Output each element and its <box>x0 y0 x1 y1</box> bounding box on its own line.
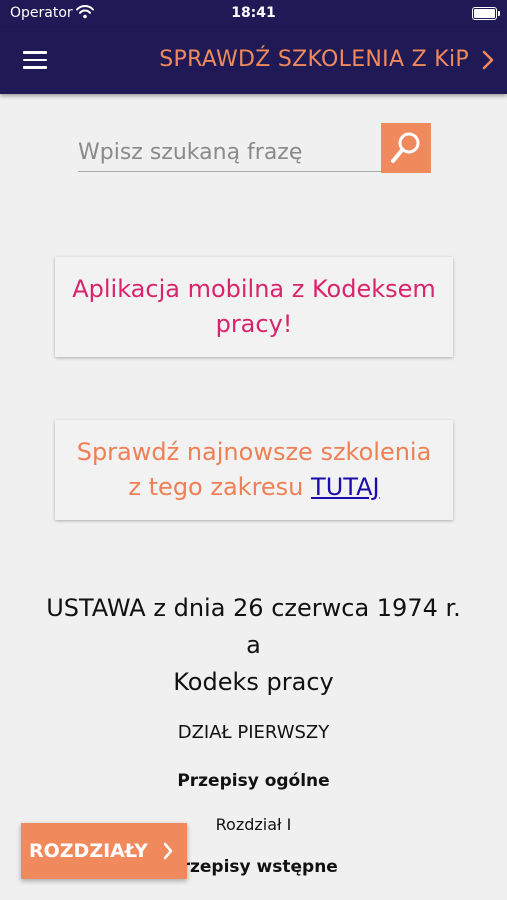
promo-app-line1: Aplikacja mobilna z Kodeksem <box>72 275 436 303</box>
document-title: USTAWA z dnia 26 czerwca 1974 r. a Kodek… <box>0 590 507 701</box>
promo-app-card[interactable]: Aplikacja mobilna z Kodeksem pracy! <box>55 257 453 357</box>
document-title-line1: USTAWA z dnia 26 czerwca 1974 r. <box>46 594 461 622</box>
promo-app-line2: pracy! <box>215 310 293 338</box>
search-icon <box>391 132 420 163</box>
chevron-right-icon <box>163 842 173 860</box>
promo-training-link[interactable]: TUTAJ <box>311 473 380 501</box>
promo-training-line2: z tego zakresu <box>128 473 304 501</box>
provisions-heading: Przepisy ogólne <box>177 771 330 791</box>
search-input[interactable] <box>78 128 381 172</box>
search-button[interactable] <box>381 123 431 173</box>
nav-trainings-link[interactable]: SPRAWDŹ SZKOLENIA Z KiP <box>159 47 469 72</box>
chapters-button-label: ROZDZIAŁY <box>29 840 148 862</box>
document-title-line3: Kodeks pracy <box>173 668 334 696</box>
status-time: 18:41 <box>231 5 276 21</box>
promo-training-card[interactable]: Sprawdź najnowsze szkolenia z tego zakre… <box>55 420 453 520</box>
menu-icon[interactable] <box>23 51 47 69</box>
battery-icon <box>472 7 500 20</box>
chevron-right-icon[interactable] <box>481 50 495 70</box>
status-bar: Operator 18:41 <box>0 0 507 28</box>
division-heading: DZIAŁ PIERWSZY <box>177 722 330 743</box>
chapters-button[interactable]: ROZDZIAŁY <box>21 823 187 879</box>
document-title-line2: a <box>246 631 261 659</box>
nav-bar: SPRAWDŹ SZKOLENIA Z KiP <box>0 28 507 94</box>
promo-training-line1: Sprawdź najnowsze szkolenia <box>76 438 432 466</box>
